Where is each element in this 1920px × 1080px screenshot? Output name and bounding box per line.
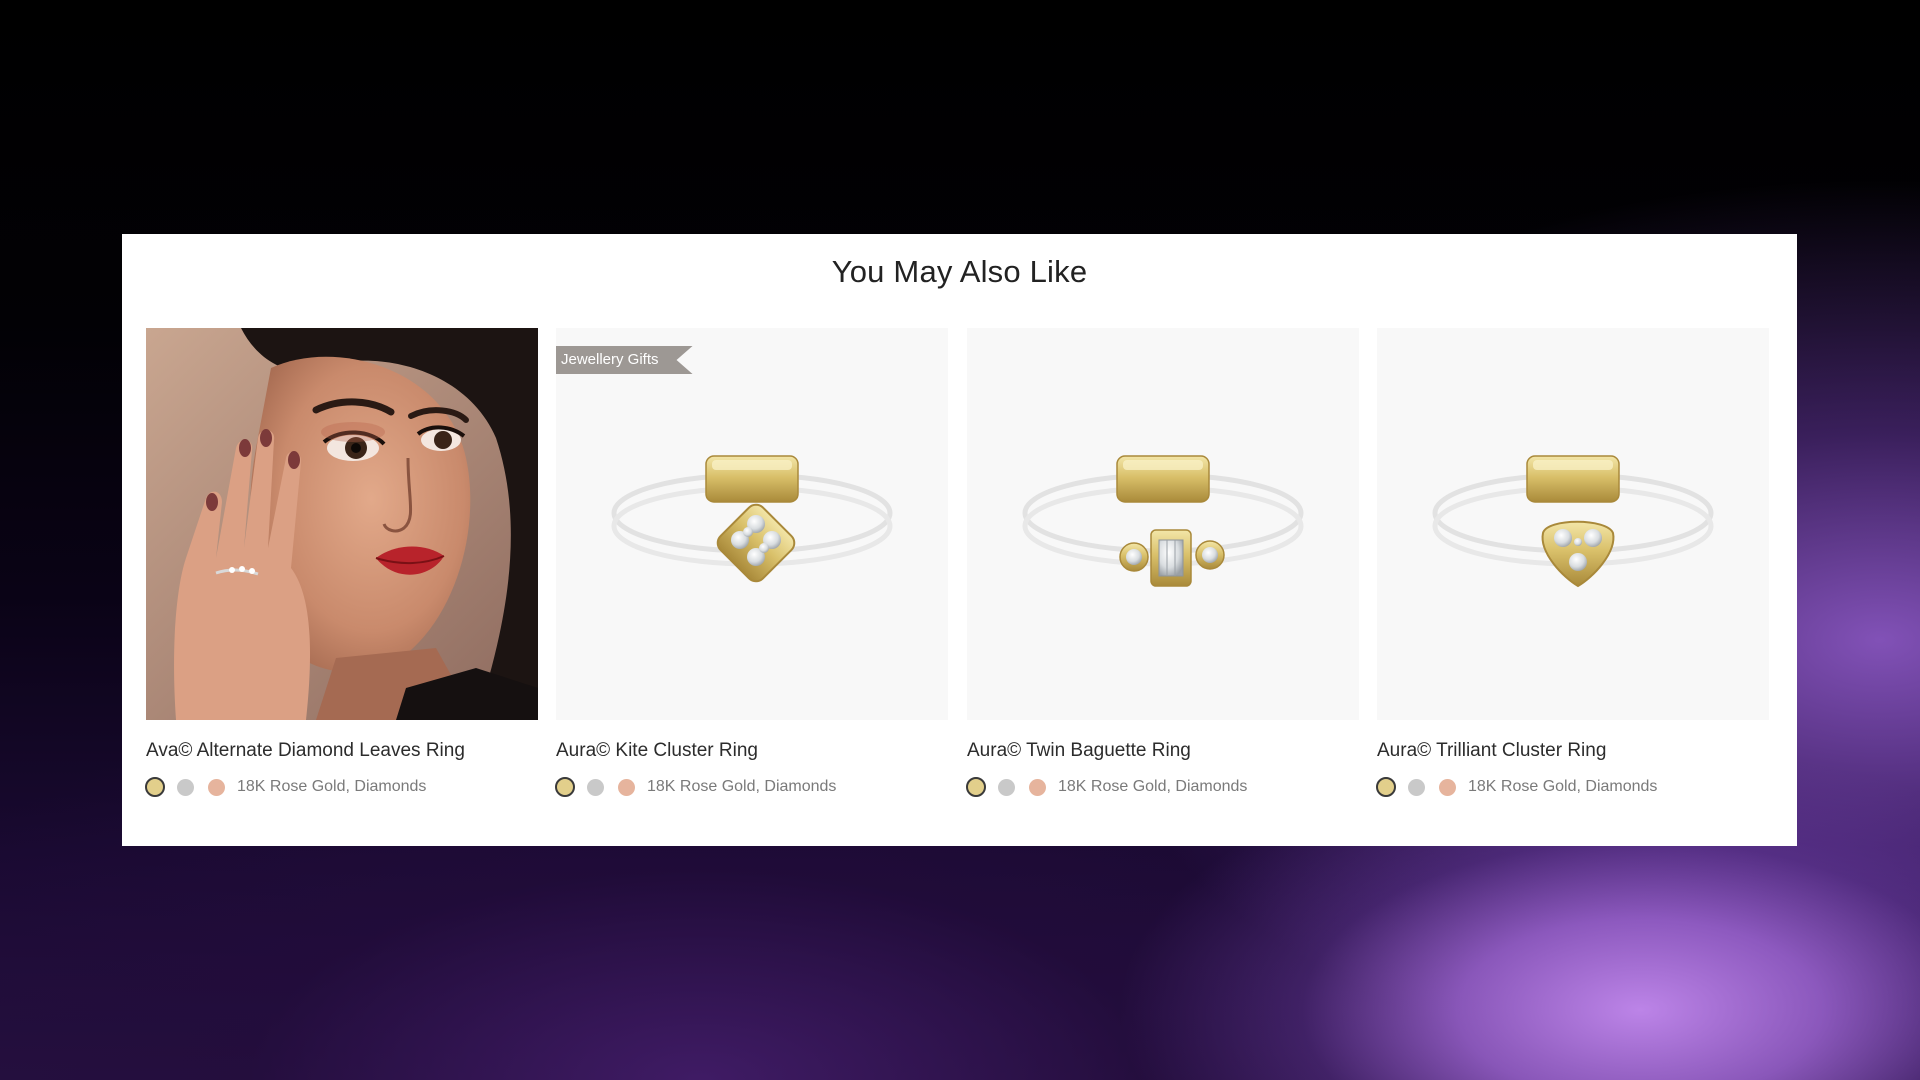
product-card[interactable]: Jewellery Gifts Aura© Kite Cluster Ring … (555, 328, 948, 798)
kite-ring-photo (556, 328, 948, 720)
product-card[interactable]: Ava© Alternate Diamond Leaves Ring 18K R… (145, 328, 538, 798)
swatch-rose-gold[interactable] (208, 778, 225, 796)
product-meta: 18K Rose Gold, Diamonds (145, 776, 538, 798)
product-meta: 18K Rose Gold, Diamonds (555, 776, 948, 798)
badge-jewellery-gifts: Jewellery Gifts (556, 346, 693, 374)
swatch-rose-gold[interactable] (1029, 778, 1046, 796)
swatch-yellow-gold[interactable] (145, 777, 165, 797)
swatch-rose-gold[interactable] (618, 778, 635, 796)
swatch-white-gold[interactable] (1408, 778, 1425, 796)
recommendations-panel: You May Also Like Ava© Alternate Diamond… (122, 234, 1797, 846)
product-card[interactable]: Aura© Trilliant Cluster Ring 18K Rose Go… (1376, 328, 1769, 798)
swatch-white-gold[interactable] (177, 778, 194, 796)
product-image-twin-baguette[interactable] (967, 328, 1359, 720)
product-card[interactable]: Aura© Twin Baguette Ring 18K Rose Gold, … (966, 328, 1359, 798)
section-title: You May Also Like (831, 254, 1088, 289)
product-meta: 18K Rose Gold, Diamonds (1376, 776, 1769, 798)
product-material: 18K Rose Gold, Diamonds (1468, 778, 1658, 795)
swatch-white-gold[interactable] (587, 778, 604, 796)
product-image-model[interactable] (146, 328, 538, 720)
product-name[interactable]: Aura© Trilliant Cluster Ring (1377, 740, 1769, 762)
product-material: 18K Rose Gold, Diamonds (237, 778, 427, 795)
product-name[interactable]: Aura© Twin Baguette Ring (967, 740, 1359, 762)
swatch-yellow-gold[interactable] (966, 777, 986, 797)
product-meta: 18K Rose Gold, Diamonds (966, 776, 1359, 798)
product-name[interactable]: Ava© Alternate Diamond Leaves Ring (146, 740, 538, 762)
product-material: 18K Rose Gold, Diamonds (647, 778, 837, 795)
swatch-yellow-gold[interactable] (1376, 777, 1396, 797)
product-image-kite[interactable]: Jewellery Gifts (556, 328, 948, 720)
twin-baguette-ring-photo (967, 328, 1359, 720)
product-name[interactable]: Aura© Kite Cluster Ring (556, 740, 948, 762)
model-photo (146, 328, 538, 720)
trilliant-ring-photo (1377, 328, 1769, 720)
swatch-rose-gold[interactable] (1439, 778, 1456, 796)
product-material: 18K Rose Gold, Diamonds (1058, 778, 1248, 795)
swatch-white-gold[interactable] (998, 778, 1015, 796)
swatch-yellow-gold[interactable] (555, 777, 575, 797)
product-image-trilliant[interactable] (1377, 328, 1769, 720)
